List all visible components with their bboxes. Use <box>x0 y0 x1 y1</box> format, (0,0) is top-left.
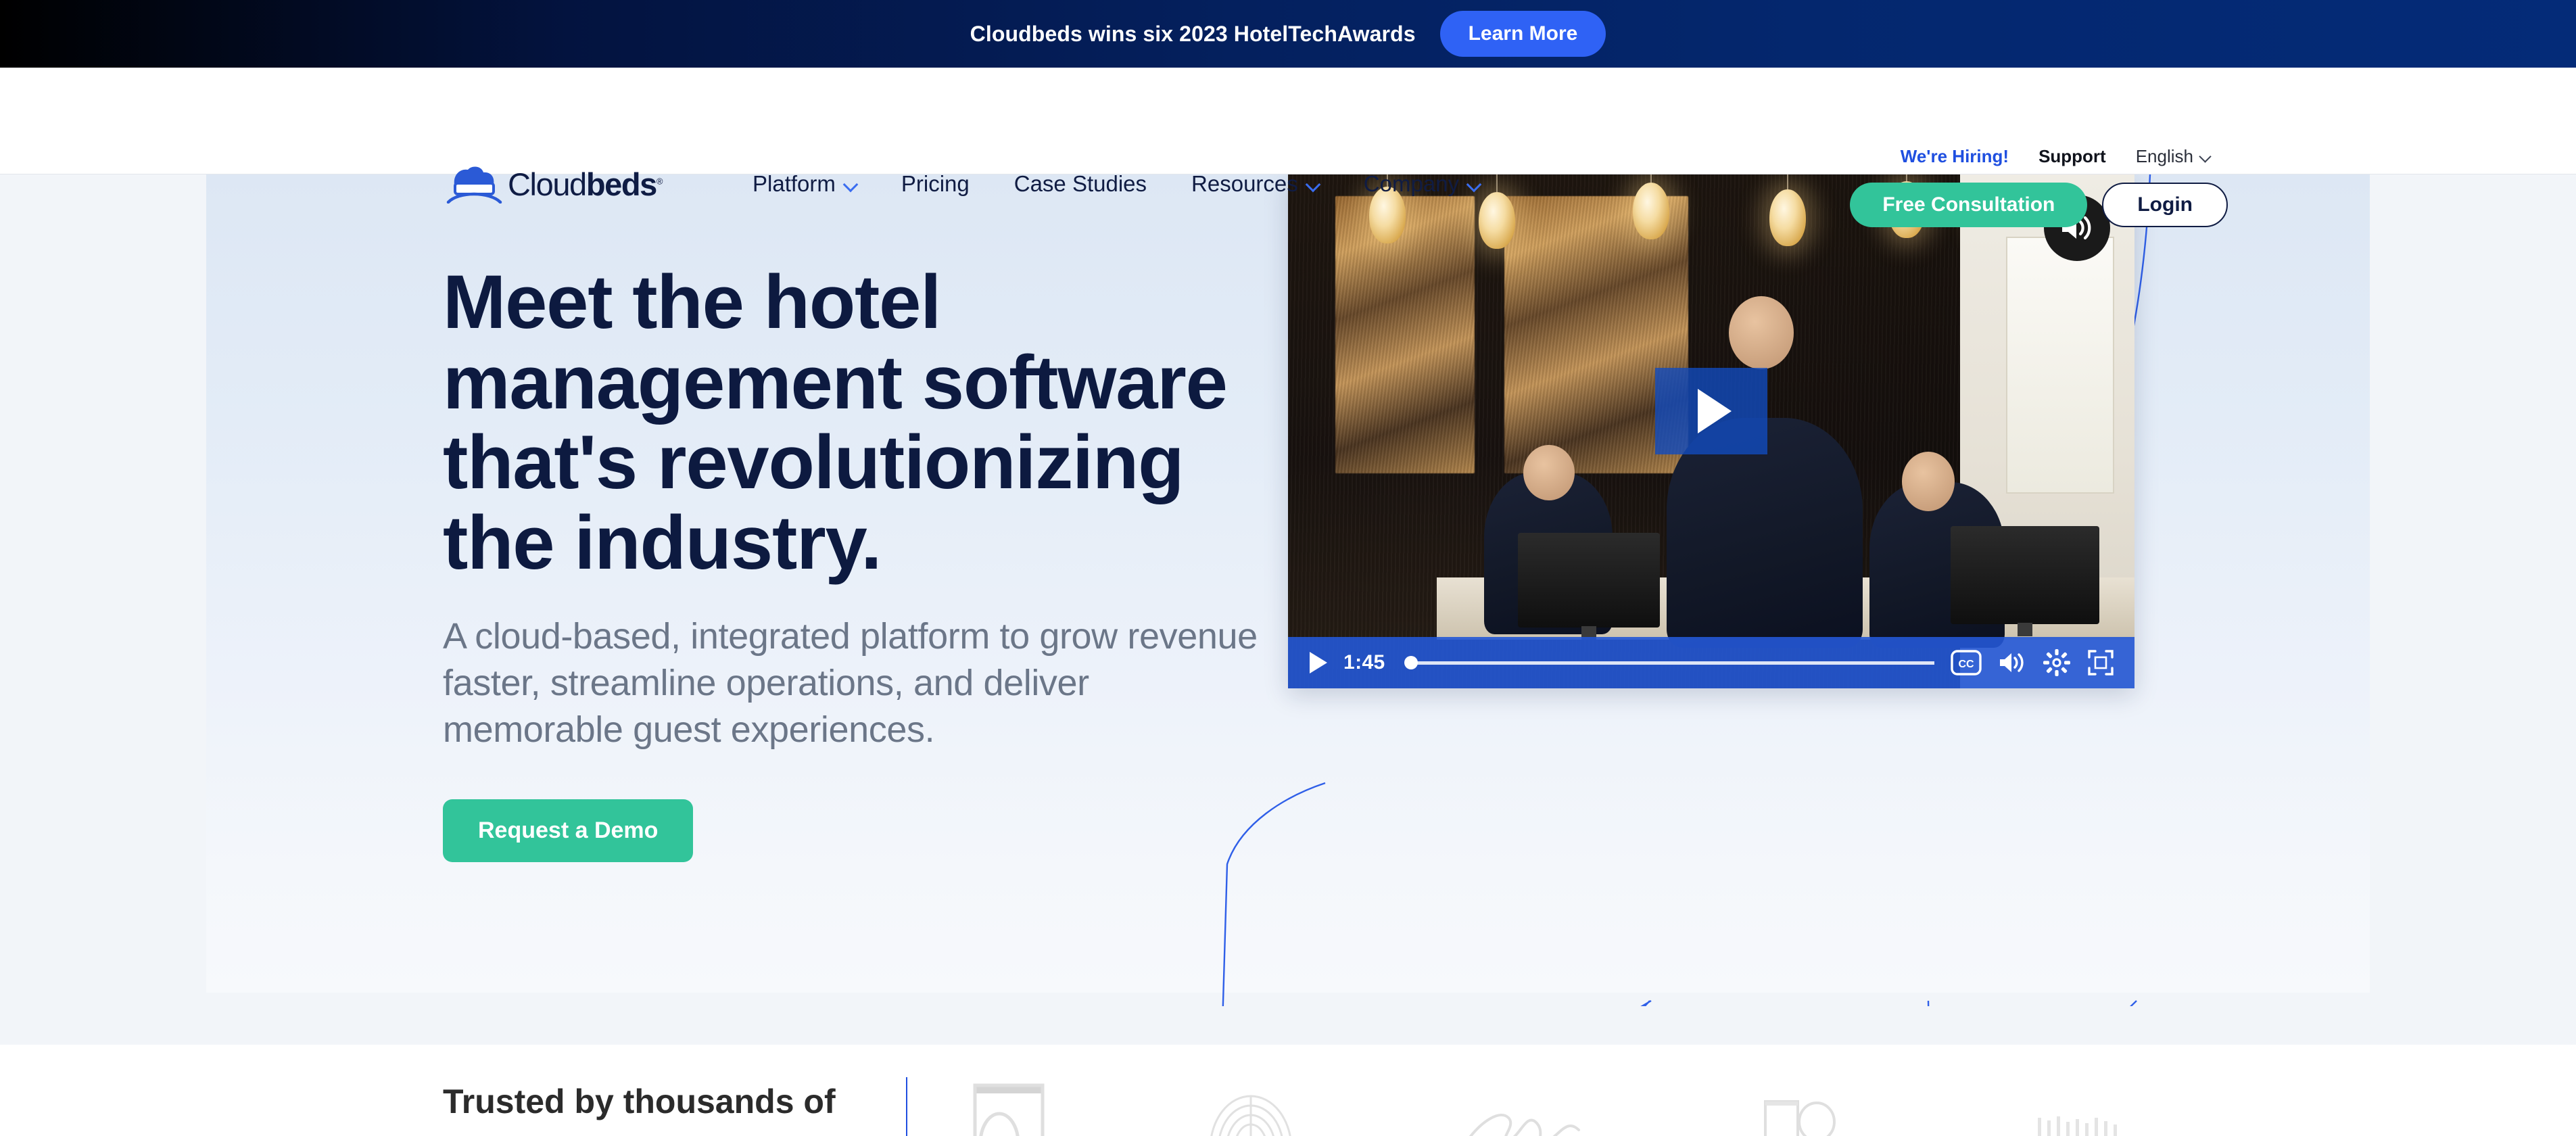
page-root: Cloudbeds wins six 2023 HotelTechAwards … <box>0 0 2576 1136</box>
nav-label-resources: Resources <box>1191 171 1298 196</box>
pendant-lamp-icon <box>1633 183 1669 239</box>
hero-headline: Meet the hotel management software that'… <box>443 260 1228 586</box>
site-header: Cloudbeds® Platform Pricing Case Studies… <box>0 68 2576 227</box>
login-button[interactable]: Login <box>2102 183 2228 227</box>
nav-label-pricing: Pricing <box>901 171 970 196</box>
utility-links: We're Hiring! Support English <box>1886 146 2226 167</box>
video-play-button[interactable] <box>1655 367 1767 454</box>
main-navigation: Platform Pricing Case Studies Resources … <box>730 164 1502 204</box>
nav-item-pricing[interactable]: Pricing <box>879 171 992 197</box>
chevron-down-icon <box>1467 178 1480 191</box>
free-consultation-button[interactable]: Free Consultation <box>1850 183 2088 227</box>
announcement-text: Cloudbeds wins six 2023 HotelTechAwards <box>970 21 1416 46</box>
partner-logo-5 <box>2035 1115 2170 1136</box>
nav-item-resources[interactable]: Resources <box>1169 171 1341 197</box>
hero-subheadline: A cloud-based, integrated platform to gr… <box>443 615 1258 751</box>
header-cta-group: Free Consultation Login <box>1850 183 2228 227</box>
logo-wordmark: Cloudbeds® <box>508 166 663 202</box>
hero-copy: Meet the hotel management software that'… <box>443 260 1274 863</box>
cloudbed-logo-icon <box>446 164 503 204</box>
video-wall-art-left <box>1335 196 1475 473</box>
closed-captions-icon[interactable]: CC <box>1951 650 1982 676</box>
nav-label-company: Company <box>1363 171 1459 196</box>
volume-icon[interactable] <box>1998 650 2026 675</box>
announcement-banner: Cloudbeds wins six 2023 HotelTechAwards … <box>0 0 2576 68</box>
pendant-lamp-icon <box>1769 189 1806 246</box>
chevron-down-icon <box>1306 178 1319 191</box>
language-selector[interactable]: English <box>2121 146 2226 167</box>
video-timestamp: 1:45 <box>1343 651 1385 673</box>
video-monitor-right <box>1951 526 2099 624</box>
partner-logo-4 <box>1761 1099 1849 1136</box>
trusted-by-title: Trusted by thousands of <box>443 1083 836 1120</box>
cloudbeds-logo[interactable]: Cloudbeds® <box>446 164 669 204</box>
logo-trademark: ® <box>656 175 663 186</box>
svg-text:CC: CC <box>1958 659 1974 670</box>
learn-more-button[interactable]: Learn More <box>1439 11 1606 57</box>
logo-word-cloud: Cloud <box>508 166 587 202</box>
language-label: English <box>2135 146 2193 166</box>
chevron-down-icon <box>844 178 857 191</box>
support-link[interactable]: Support <box>2024 146 2121 167</box>
fullscreen-icon[interactable] <box>2087 649 2114 676</box>
partner-logo-1 <box>947 1081 1062 1136</box>
video-player[interactable]: 1:45 CC <box>1288 174 2134 688</box>
nav-label-case-studies: Case Studies <box>1013 171 1147 196</box>
partner-logo-3 <box>1464 1103 1660 1136</box>
partner-logo-2 <box>1200 1084 1302 1136</box>
gear-icon[interactable] <box>2043 648 2071 677</box>
logo-word-beds: beds <box>586 166 658 202</box>
video-progress-handle[interactable] <box>1404 656 1418 669</box>
play-icon[interactable] <box>1310 652 1327 673</box>
nav-label-platform: Platform <box>753 171 836 196</box>
play-icon <box>1698 388 1732 433</box>
video-control-bar: 1:45 CC <box>1288 637 2134 688</box>
trusted-by-section: Trusted by thousands of <box>0 1045 2576 1136</box>
video-person-right-head <box>1902 452 1955 511</box>
nav-item-platform[interactable]: Platform <box>730 171 879 197</box>
video-person-center-head <box>1729 296 1794 369</box>
chevron-down-icon <box>2200 151 2211 162</box>
nav-item-case-studies[interactable]: Case Studies <box>992 171 1169 197</box>
video-progress-bar[interactable] <box>1402 653 1935 672</box>
nav-item-company[interactable]: Company <box>1341 171 1502 197</box>
were-hiring-link[interactable]: We're Hiring! <box>1886 146 2024 167</box>
request-a-demo-button[interactable]: Request a Demo <box>443 799 694 863</box>
trusted-divider <box>906 1077 907 1136</box>
video-person-left-head <box>1523 445 1575 500</box>
video-doorway <box>2006 237 2114 494</box>
video-monitor-left <box>1518 533 1660 628</box>
